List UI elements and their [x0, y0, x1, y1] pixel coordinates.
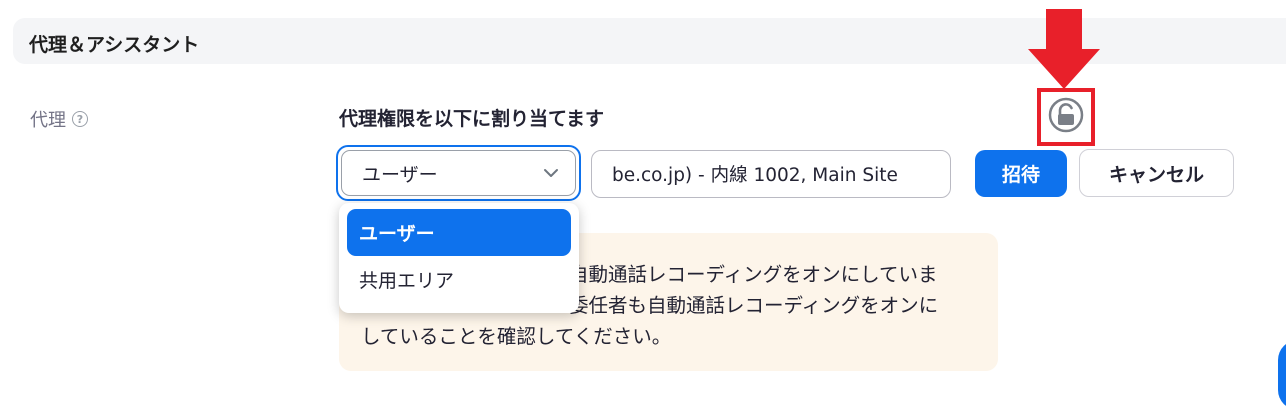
help-icon[interactable]: ?: [72, 111, 88, 127]
user-search-input[interactable]: be.co.jp) - 内線 1002, Main Site: [591, 150, 951, 198]
chat-fab-edge[interactable]: [1278, 340, 1286, 410]
invite-button[interactable]: 招待: [975, 150, 1067, 197]
select-dropdown-menu: ユーザー 共用エリア: [339, 203, 579, 313]
dropdown-option-user[interactable]: ユーザー: [347, 209, 571, 256]
delegate-row-label: 代理 ?: [30, 106, 88, 132]
lock-highlight-box: [1037, 88, 1095, 146]
cancel-button[interactable]: キャンセル: [1079, 149, 1234, 197]
section-title: 代理＆アシスタント: [29, 34, 200, 56]
red-arrow-annotation: [1028, 9, 1100, 89]
delegate-label: 代理: [30, 110, 66, 131]
notice-line: 自動通話レコーディングをオンにしていま: [569, 263, 938, 286]
assign-heading: 代理権限を以下に割り当てます: [339, 108, 605, 130]
dropdown-option-common-area[interactable]: 共用エリア: [347, 256, 571, 303]
notice-line: していることを確認してください。: [361, 325, 672, 348]
user-search-value: be.co.jp) - 内線 1002, Main Site: [612, 165, 898, 186]
unlock-icon[interactable]: [1047, 96, 1085, 138]
select-value: ユーザー: [362, 163, 438, 186]
notice-line: 委任者も自動通話レコーディングをオンに: [569, 294, 939, 317]
delegate-type-select[interactable]: ユーザー: [336, 145, 581, 201]
chevron-down-icon: [543, 168, 559, 178]
